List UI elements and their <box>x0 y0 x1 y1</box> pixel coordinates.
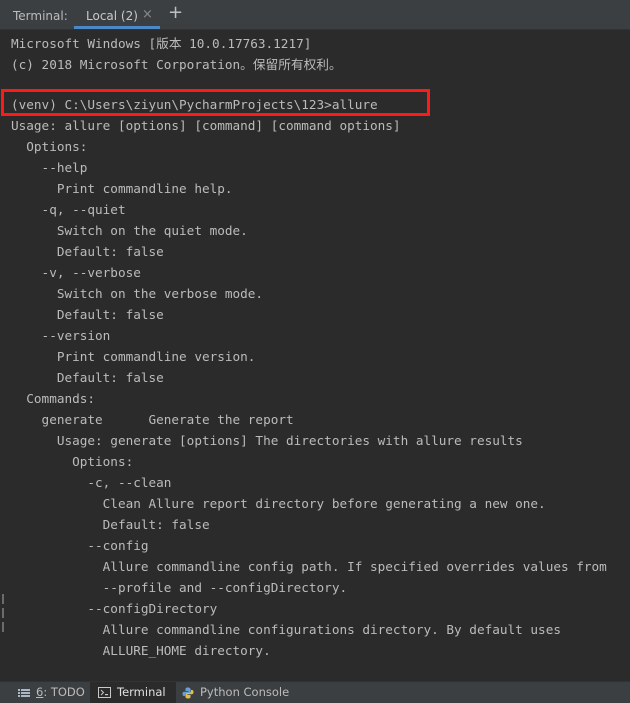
terminal-line: Options: <box>11 454 134 469</box>
terminal-line: --configDirectory <box>11 601 218 616</box>
terminal-line: Usage: allure [options] [command] [comma… <box>11 118 401 133</box>
terminal-tool-button[interactable]: Terminal <box>90 682 176 703</box>
terminal-line: --help <box>11 160 88 175</box>
terminal-output[interactable]: Microsoft Windows [版本 10.0.17763.1217] (… <box>0 30 630 680</box>
terminal-line: Default: false <box>11 370 164 385</box>
list-icon <box>18 688 30 697</box>
terminal-line: generate Generate the report <box>11 412 294 427</box>
python-icon <box>182 687 194 698</box>
terminal-tab-bar: Terminal: Local (2) × + <box>0 0 630 30</box>
terminal-icon <box>98 687 111 698</box>
terminal-line: Allure commandline config path. If speci… <box>11 559 607 574</box>
bottom-tool-bar: 6: TODO Terminal Python Console <box>0 681 630 703</box>
terminal-line: --version <box>11 328 111 343</box>
terminal-line: -q, --quiet <box>11 202 126 217</box>
gutter-mark <box>2 608 4 618</box>
close-icon[interactable]: × <box>142 7 153 22</box>
terminal-line: Usage: generate [options] The directorie… <box>11 433 523 448</box>
terminal-line: Allure commandline configurations direct… <box>11 622 561 637</box>
terminal-line: Switch on the quiet mode. <box>11 223 248 238</box>
todo-label: : TODO <box>43 685 85 699</box>
tab-label: Local (2) <box>86 9 138 23</box>
terminal-line: --profile and --configDirectory. <box>11 580 348 595</box>
terminal-line: Switch on the verbose mode. <box>11 286 264 301</box>
command-highlight-box <box>1 89 430 116</box>
terminal-line: --config <box>11 538 149 553</box>
todo-tool-button[interactable]: 6: TODO <box>14 682 89 703</box>
terminal-line: Default: false <box>11 307 164 322</box>
terminal-line: Print commandline version. <box>11 349 256 364</box>
terminal-line: Default: false <box>11 517 210 532</box>
terminal-line: -c, --clean <box>11 475 172 490</box>
tab-local-2[interactable]: Local (2) × <box>74 4 160 29</box>
python-console-label: Python Console <box>200 685 290 699</box>
terminal-line: Print commandline help. <box>11 181 233 196</box>
terminal-line: Clean Allure report directory before gen… <box>11 496 546 511</box>
gutter-mark <box>2 622 4 632</box>
gutter-mark <box>2 594 4 604</box>
add-tab-icon[interactable]: + <box>168 3 183 23</box>
terminal-line: Options: <box>11 139 88 154</box>
terminal-line: ALLURE_HOME directory. <box>11 643 271 658</box>
terminal-line: -v, --verbose <box>11 265 141 280</box>
python-console-tool-button[interactable]: Python Console <box>178 682 293 703</box>
terminal-tool-label: Terminal <box>117 685 166 699</box>
vertical-scrollbar[interactable] <box>621 30 630 680</box>
side-tool-strip <box>0 590 6 670</box>
terminal-line: Default: false <box>11 244 164 259</box>
terminal-line: Commands: <box>11 391 96 406</box>
tool-window-title: Terminal: <box>13 9 68 23</box>
terminal-line: (c) 2018 Microsoft Corporation。保留所有权利。 <box>11 57 342 72</box>
terminal-line: Microsoft Windows [版本 10.0.17763.1217] <box>11 36 312 51</box>
